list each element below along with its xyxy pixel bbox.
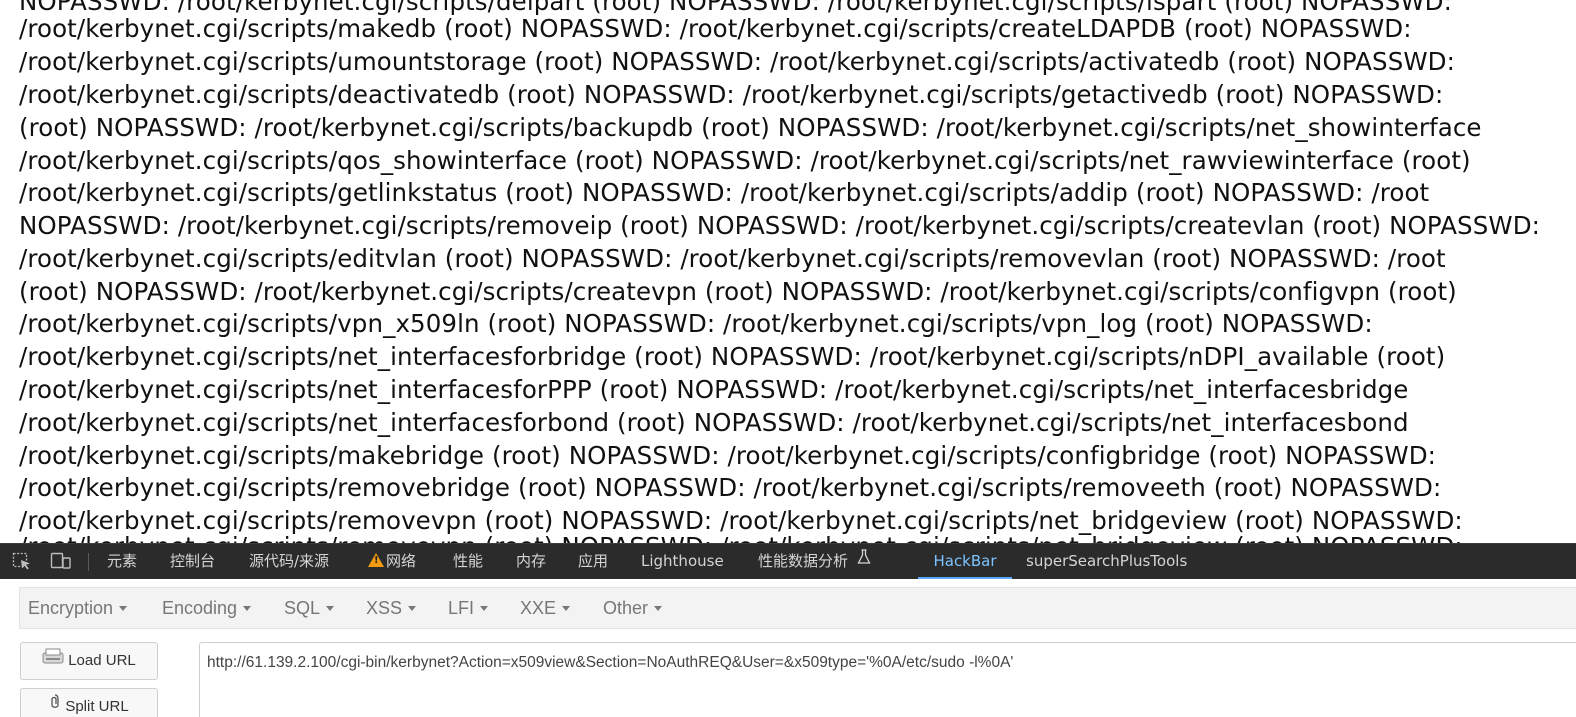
caret-down-icon [119,606,128,611]
device-toolbar-icon[interactable] [50,552,71,570]
output-line: /root/kerbynet.cgi/scripts/editvlan (roo… [19,244,1446,273]
output-line: /root/kerbynet.cgi/scripts/makebridge (r… [19,441,1437,470]
split-url-button[interactable]: Split URL [20,688,158,717]
output-line: /root/kerbynet.cgi/scripts/net_interface… [19,375,1409,404]
menu-other-label: Other [603,598,649,618]
output-line: /root/kerbynet.cgi/scripts/umountstorage… [19,47,1455,76]
output-line: /root/kerbynet.cgi/scripts/vpn_x509ln (r… [19,309,1373,338]
caret-down-icon [480,606,489,611]
caret-down-icon [562,606,571,611]
load-url-label: Load URL [68,652,136,669]
devtools-toolbar: 元素 控制台 源代码/来源 ! 网络 性能 内存 应用 Lighthouse 性能… [0,543,1576,579]
tab-elements[interactable]: 元素 [107,544,137,579]
menu-encryption[interactable]: Encryption [28,588,128,628]
tab-sources[interactable]: 源代码/来源 [249,544,329,579]
output-line: /root/kerbynet.cgi/scripts/removebridge … [19,473,1442,502]
toolbar-divider [88,553,89,571]
output-line: /root/kerbynet.cgi/scripts/removevpn (ro… [19,530,1463,543]
warning-icon: ! [368,553,384,567]
menu-sql-label: SQL [284,598,321,618]
menu-encoding[interactable]: Encoding [162,588,252,628]
output-line: NOPASSWD: /root/kerbynet.cgi/scripts/rem… [19,211,1541,240]
url-textarea[interactable]: http://61.139.2.100/cgi-bin/kerbynet?Act… [199,642,1576,717]
tab-console[interactable]: 控制台 [170,544,215,579]
tab-memory[interactable]: 内存 [516,544,546,579]
flask-icon [857,543,871,577]
tab-performance-insights[interactable]: 性能数据分析 [758,544,871,579]
tab-network-label: 网络 [386,552,417,570]
menu-xxe[interactable]: XXE [520,588,571,628]
hackbar-panel: Encryption Encoding SQL XSS LFI XXE Othe… [0,579,1576,717]
split-url-icon [49,689,61,717]
output-line: /root/kerbynet.cgi/scripts/makedb (root)… [19,14,1412,43]
caret-down-icon [326,606,335,611]
output-line: /root/kerbynet.cgi/scripts/deactivatedb … [19,80,1444,109]
load-url-icon [42,643,64,678]
hackbar-menubar: Encryption Encoding SQL XSS LFI XXE Othe… [19,587,1576,629]
menu-lfi-label: LFI [448,598,475,618]
menu-encryption-label: Encryption [28,598,114,618]
caret-down-icon [654,606,663,611]
menu-lfi[interactable]: LFI [448,588,489,628]
menu-xxe-label: XXE [520,598,557,618]
page-output: NOPASSWD: /root/kerbynet.cgi/scripts/del… [0,0,1576,543]
load-url-button[interactable]: Load URL [20,642,158,680]
menu-sql[interactable]: SQL [284,588,335,628]
menu-xss[interactable]: XSS [366,588,417,628]
caret-down-icon [243,606,252,611]
output-line: /root/kerbynet.cgi/scripts/qos_showinter… [19,146,1471,175]
menu-encoding-label: Encoding [162,598,238,618]
output-line: /root/kerbynet.cgi/scripts/getlinkstatus… [19,178,1430,207]
caret-down-icon [408,606,417,611]
inspect-element-icon[interactable] [12,552,32,570]
tab-performance-insights-label: 性能数据分析 [758,552,849,570]
split-url-label: Split URL [65,698,129,715]
menu-xss-label: XSS [366,598,403,618]
tab-supersearchplustools[interactable]: superSearchPlusTools [1026,544,1187,579]
tab-performance[interactable]: 性能 [453,544,483,579]
menu-other[interactable]: Other [603,588,663,628]
tab-lighthouse[interactable]: Lighthouse [641,544,724,579]
output-line: (root) NOPASSWD: /root/kerbynet.cgi/scri… [19,277,1457,306]
output-line: /root/kerbynet.cgi/scripts/net_interface… [19,342,1446,371]
tab-hackbar[interactable]: HackBar [918,544,1012,579]
tab-network[interactable]: ! 网络 [368,544,416,579]
tab-application[interactable]: 应用 [578,544,608,579]
output-line: /root/kerbynet.cgi/scripts/net_interface… [19,408,1409,437]
output-line: (root) NOPASSWD: /root/kerbynet.cgi/scri… [19,113,1482,142]
